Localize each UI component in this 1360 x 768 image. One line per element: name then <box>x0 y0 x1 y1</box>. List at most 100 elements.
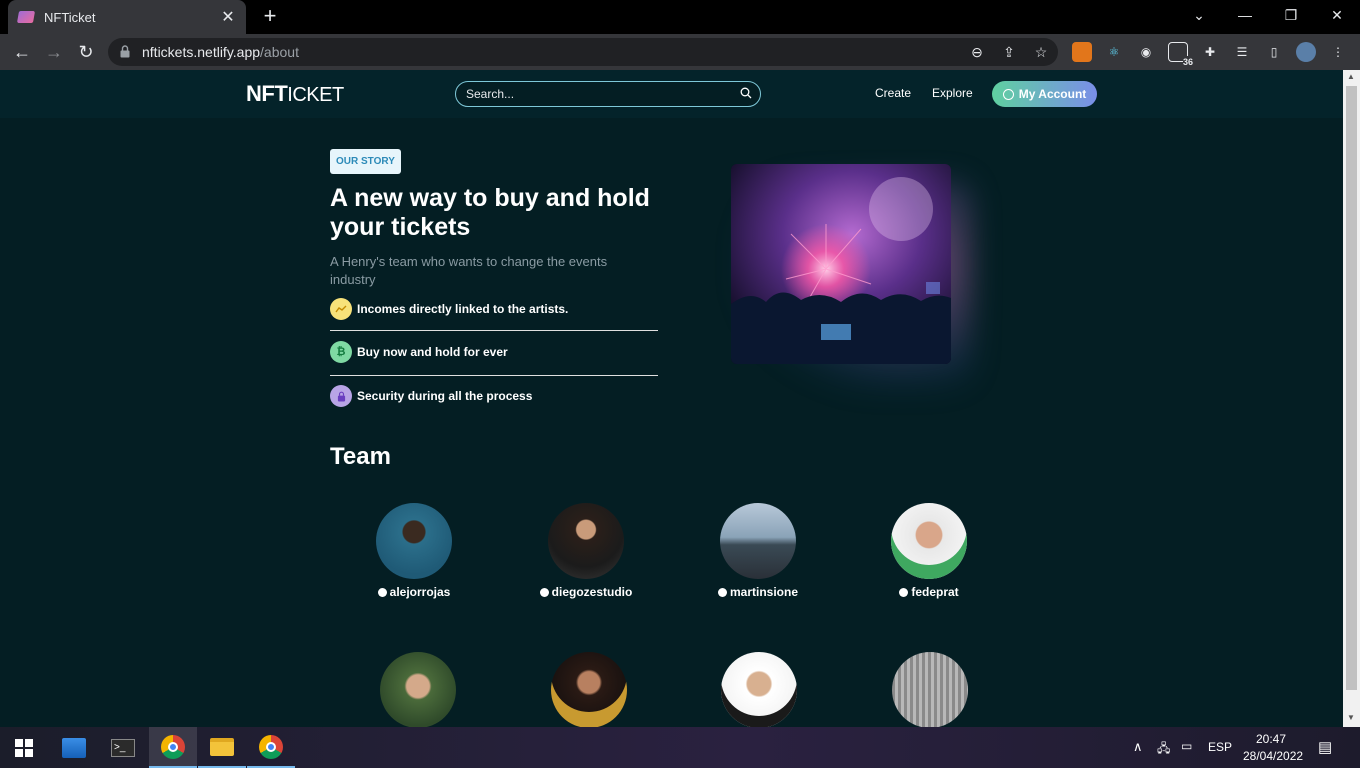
team-heading: Team <box>330 443 391 470</box>
nav-explore-link[interactable]: Explore <box>932 86 973 100</box>
share-icon[interactable]: ⇪ <box>1000 43 1018 61</box>
avatar <box>380 652 456 727</box>
github-profile-link[interactable]: fedeprat <box>859 585 999 599</box>
taskbar-file-explorer-app[interactable] <box>198 727 246 768</box>
avatar <box>721 652 797 727</box>
scroll-up-arrow-icon[interactable]: ▲ <box>1347 72 1355 81</box>
github-profile-link[interactable]: diegozestudio <box>516 585 656 599</box>
browser-tab[interactable]: NFTicket ✕ <box>8 0 246 34</box>
url-text: nftickets.netlify.app/about <box>142 44 299 60</box>
avatar <box>891 503 967 579</box>
avatar <box>548 503 624 579</box>
chrome-icon <box>259 734 283 759</box>
team-member-card <box>689 652 829 727</box>
page-subtitle: A Henry's team who wants to change the e… <box>330 254 608 287</box>
bitcoin-icon: ₿ <box>330 341 352 363</box>
taskbar-terminal-app[interactable]: >_ <box>99 727 147 768</box>
language-indicator[interactable]: ESP <box>1208 740 1232 754</box>
team-member-card <box>519 652 659 727</box>
back-button[interactable]: ← <box>10 40 34 64</box>
team-member-card: alejorrojas <box>344 503 484 599</box>
user-circle-icon <box>1002 88 1014 100</box>
github-icon <box>539 587 549 597</box>
feature-item: Incomes directly linked to the artists. <box>330 297 658 321</box>
clock-date[interactable]: 28/04/2022 <box>1243 749 1303 763</box>
network-icon[interactable]: 🖧 <box>1157 739 1170 760</box>
divider <box>330 330 658 331</box>
counter-extension-icon[interactable]: 36 <box>1168 42 1193 68</box>
battery-icon[interactable]: ▭ <box>1181 739 1192 753</box>
side-panel-icon[interactable]: ▯ <box>1264 42 1284 62</box>
avatar <box>376 503 452 579</box>
page-scrollbar[interactable]: ▲ ▼ <box>1343 70 1360 727</box>
spy-extension-icon[interactable]: ◉ <box>1136 42 1156 62</box>
site-header: NFTICKET Create Explore My Account <box>0 70 1343 118</box>
terminal-icon: >_ <box>111 738 135 757</box>
github-icon <box>899 587 909 597</box>
clock-time[interactable]: 20:47 <box>1256 732 1286 746</box>
nav-create-link[interactable]: Create <box>875 86 911 100</box>
taskbar-chrome-app[interactable] <box>247 727 295 768</box>
trend-up-icon <box>330 298 352 320</box>
windows-start-button[interactable] <box>0 727 48 768</box>
search-icon[interactable] <box>740 87 752 99</box>
team-member-card <box>348 652 488 727</box>
team-member-card: diegozestudio <box>516 503 656 599</box>
team-member-card <box>860 652 1000 727</box>
extensions-puzzle-icon[interactable]: ✚ <box>1200 42 1220 62</box>
new-tab-button[interactable]: + <box>258 4 282 28</box>
tab-title: NFTicket <box>44 9 96 25</box>
browser-tabstrip: NFTicket ✕ + ⌄ — ❐ ✕ <box>0 0 1360 34</box>
github-icon <box>377 587 387 597</box>
zoom-icon[interactable]: ⊖ <box>968 43 986 61</box>
restore-button[interactable]: ❐ <box>1268 0 1314 30</box>
forward-button[interactable]: → <box>42 40 66 64</box>
reading-list-icon[interactable]: ☰ <box>1232 42 1252 62</box>
concert-fireworks-image <box>731 164 951 364</box>
notifications-icon[interactable]: ▤ <box>1318 738 1332 756</box>
avatar <box>892 652 968 727</box>
lock-icon <box>330 385 352 407</box>
scroll-down-arrow-icon[interactable]: ▼ <box>1347 713 1355 722</box>
taskbar-photos-app[interactable] <box>50 727 98 768</box>
browser-toolbar: ← → ↻ nftickets.netlify.app/about ⊖ ⇪ ☆ … <box>0 34 1360 70</box>
tab-search-icon[interactable]: ⌄ <box>1176 0 1222 30</box>
my-account-button[interactable]: My Account <box>992 81 1097 107</box>
search-box <box>455 81 761 107</box>
avatar <box>720 503 796 579</box>
browser-menu-icon[interactable]: ⋮ <box>1328 42 1348 62</box>
profile-avatar[interactable] <box>1296 42 1316 62</box>
page-content: NFTICKET Create Explore My Account OUR S… <box>0 70 1343 727</box>
feature-item: ₿ Buy now and hold for ever <box>330 340 658 364</box>
reload-button[interactable]: ↻ <box>74 40 98 64</box>
feature-item: Security during all the process <box>330 384 658 408</box>
avatar <box>551 652 627 727</box>
site-logo[interactable]: NFTICKET <box>246 81 344 107</box>
show-hidden-icons-chevron-icon[interactable]: ∧ <box>1133 739 1143 755</box>
react-devtools-extension-icon[interactable]: ⚛ <box>1104 42 1124 62</box>
scrollbar-thumb[interactable] <box>1346 86 1357 690</box>
taskbar-chrome-dev-app[interactable] <box>149 727 197 768</box>
divider <box>330 375 658 376</box>
folder-icon <box>210 737 234 756</box>
windows-taskbar: >_ ∧ 🖧 ▭ ESP 20:47 28/04/2022 ▤ <box>0 727 1360 768</box>
ticket-favicon-icon <box>16 11 36 23</box>
lock-icon[interactable] <box>120 45 130 58</box>
photos-icon <box>62 737 86 758</box>
team-member-card: fedeprat <box>859 503 999 599</box>
metamask-extension-icon[interactable] <box>1072 42 1092 62</box>
close-window-button[interactable]: ✕ <box>1314 0 1360 30</box>
address-bar[interactable]: nftickets.netlify.app/about ⊖ ⇪ ☆ <box>108 38 1058 66</box>
bookmark-star-icon[interactable]: ☆ <box>1032 43 1050 61</box>
page-title: A new way to buy and hold your tickets <box>330 184 650 241</box>
our-story-badge: OUR STORY <box>330 149 401 174</box>
minimize-button[interactable]: — <box>1222 0 1268 30</box>
close-tab-icon[interactable]: ✕ <box>220 7 236 27</box>
search-input[interactable] <box>466 86 726 102</box>
chrome-icon <box>161 734 185 759</box>
windows-logo-icon <box>15 738 33 757</box>
github-profile-link[interactable]: martinsione <box>688 585 828 599</box>
github-profile-link[interactable]: alejorrojas <box>344 585 484 599</box>
github-icon <box>717 587 727 597</box>
team-member-card: martinsione <box>688 503 828 599</box>
